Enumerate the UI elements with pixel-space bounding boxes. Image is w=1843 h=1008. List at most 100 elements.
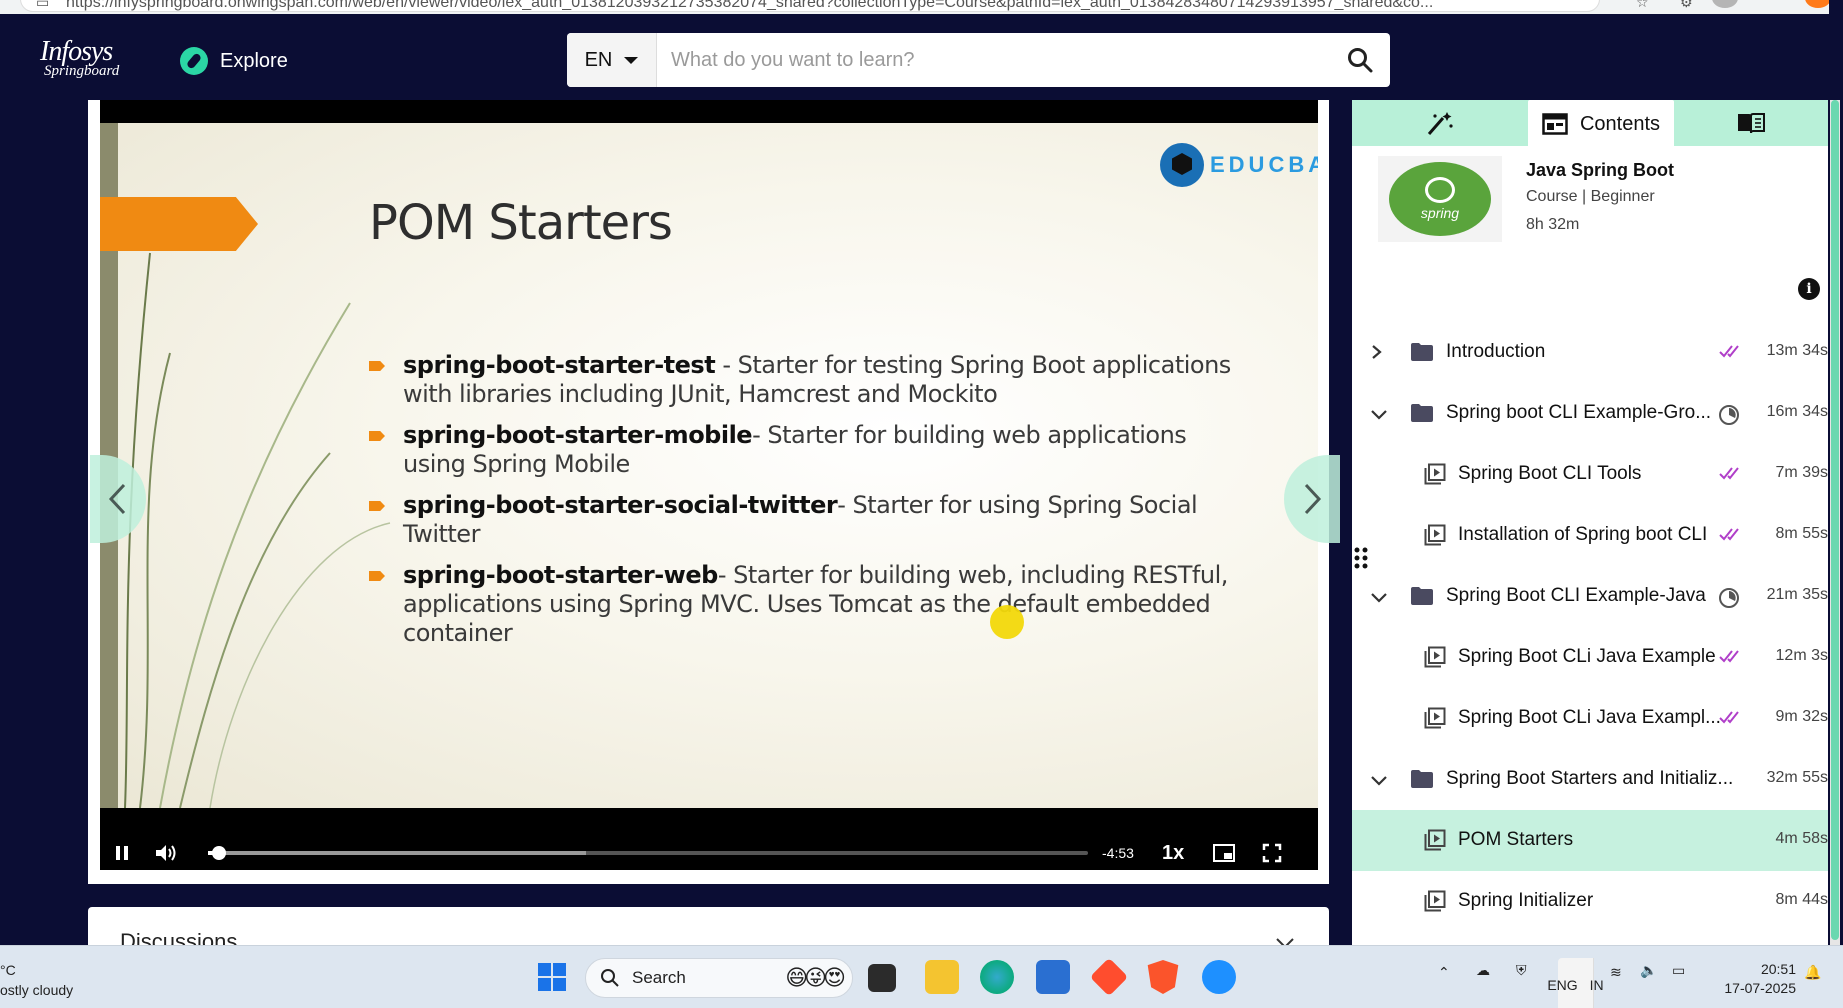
tab-contents[interactable]: Contents — [1528, 100, 1674, 148]
file-explorer-icon[interactable] — [925, 960, 959, 994]
toc-duration: 21m 35s — [1766, 586, 1828, 603]
caret-down-icon — [624, 56, 639, 64]
course-title: Java Spring Boot — [1526, 160, 1675, 180]
player-controls: -4:53 1x — [100, 828, 1318, 878]
completed-check-icon — [1718, 526, 1746, 546]
infosys-springboard-logo[interactable]: Infosys Springboard — [40, 38, 119, 79]
battery-icon[interactable]: ▭ — [1672, 962, 1685, 979]
windows-start-icon — [538, 963, 566, 991]
browser-extension-icon[interactable] — [1805, 0, 1831, 8]
language-select[interactable]: EN — [567, 33, 657, 87]
system-clock[interactable]: 20:51 17-07-2025 — [1710, 960, 1796, 998]
drag-handle-icon[interactable] — [1354, 546, 1368, 570]
toc-section[interactable]: Spring Boot CLI Example-Java 21m 35s — [1352, 566, 1828, 627]
top-navbar: Infosys Springboard Explore EN — [0, 14, 1843, 100]
seek-thumb[interactable] — [212, 846, 227, 860]
toc-item[interactable]: Spring Initializer 8m 44s — [1352, 871, 1828, 932]
chevron-up-icon[interactable]: ⌃ — [1438, 964, 1450, 981]
input-language[interactable]: ENG IN — [1547, 958, 1604, 1008]
toc-label: Spring Boot CLi Java Exampl... — [1458, 707, 1721, 728]
folder-icon — [1410, 403, 1434, 423]
video-item-icon — [1424, 646, 1446, 668]
site-info-icon[interactable]: ▭ — [36, 0, 54, 10]
profile-avatar[interactable] — [1712, 0, 1738, 8]
weather-widget[interactable]: °C ostly cloudy — [0, 960, 73, 1000]
sidebar-tabs: Contents — [1352, 100, 1828, 148]
video-item-icon — [1424, 463, 1446, 485]
course-duration: 8h 32m — [1526, 216, 1580, 233]
course-meta: Course | Beginner — [1526, 188, 1655, 205]
help-icon[interactable] — [1202, 960, 1236, 994]
toc-duration: 8m 55s — [1775, 525, 1828, 542]
toc-duration: 13m 34s — [1766, 342, 1828, 359]
toc-item[interactable]: Spring Boot CLI Tools 7m 39s — [1352, 444, 1828, 505]
pause-button[interactable] — [100, 831, 144, 875]
chevron-right-icon — [1304, 483, 1322, 515]
notification-bell-icon[interactable]: 🔔 — [1804, 964, 1821, 981]
explore-link[interactable]: Explore — [180, 47, 288, 75]
url-text[interactable]: https://infyspringboard.onwingspan.com/w… — [66, 0, 1546, 12]
picture-in-picture-button[interactable] — [1202, 831, 1246, 875]
toc-item[interactable]: Spring Boot CLi Java Example 12m 3s — [1352, 627, 1828, 688]
playback-speed-button[interactable]: 1x — [1162, 842, 1184, 865]
wifi-icon[interactable]: ≋ — [1610, 964, 1622, 981]
folder-icon — [1410, 342, 1434, 362]
toc-duration: 7m 39s — [1775, 464, 1828, 481]
chevron-down-icon[interactable] — [1370, 771, 1388, 793]
video-slide[interactable]: POM Starters spring-boot-starter-test - … — [100, 123, 1318, 808]
video-item-icon — [1424, 707, 1446, 729]
vpn-icon[interactable]: ⛨ — [1516, 962, 1527, 979]
anydesk-icon[interactable] — [1089, 957, 1129, 997]
speaker-icon[interactable]: 🔈 — [1640, 962, 1657, 979]
start-button[interactable] — [535, 960, 569, 994]
brave-browser-icon[interactable] — [1147, 960, 1179, 994]
bookmark-star-icon[interactable]: ☆ — [1636, 0, 1654, 10]
spring-logo: spring — [1389, 162, 1491, 236]
slide-orange-banner — [100, 197, 258, 251]
toc-item[interactable]: Spring Boot CLi Java Exampl... 9m 32s — [1352, 688, 1828, 749]
windows-taskbar: °C ostly cloudy Search 😄😜😍 ⌃ ☁ ⛨ ENG IN … — [0, 945, 1843, 1008]
toc-duration: 12m 3s — [1775, 647, 1828, 664]
extensions-icon[interactable]: ⚙ — [1680, 0, 1698, 10]
toc-duration: 32m 55s — [1766, 769, 1828, 786]
search-button[interactable] — [1330, 33, 1390, 87]
onedrive-icon[interactable]: ☁ — [1476, 962, 1490, 979]
chevron-down-icon[interactable] — [1370, 405, 1388, 427]
info-icon[interactable]: i — [1798, 278, 1820, 300]
volume-button[interactable] — [144, 831, 188, 875]
fullscreen-button[interactable] — [1250, 831, 1294, 875]
slide-bullet: spring-boot-starter-web- Starter for bui… — [369, 561, 1249, 648]
book-icon — [1738, 113, 1765, 134]
toc-duration: 4m 58s — [1775, 830, 1828, 847]
toc-section[interactable]: Introduction 13m 34s — [1352, 322, 1828, 383]
chevron-right-icon[interactable] — [1370, 344, 1384, 366]
slide-bullet: spring-boot-starter-test - Starter for t… — [369, 351, 1249, 409]
edge-browser-icon[interactable] — [980, 960, 1014, 994]
slide-title: POM Starters — [369, 195, 673, 251]
task-view-icon[interactable] — [868, 964, 896, 992]
in-progress-icon — [1718, 404, 1746, 425]
toc-label: POM Starters — [1458, 829, 1574, 850]
toc-item[interactable]: Installation of Spring boot CLI 8m 55s — [1352, 505, 1828, 566]
course-sidebar: Contents spring Java Spring Boot Course … — [1352, 100, 1828, 945]
sidebar-scrollbar[interactable] — [1830, 100, 1840, 945]
search-input[interactable] — [657, 33, 1330, 87]
completed-check-icon — [1718, 709, 1746, 729]
scrollbar-thumb[interactable] — [1831, 100, 1839, 940]
educba-badge-icon — [1160, 143, 1204, 187]
taskbar-search[interactable]: Search 😄😜😍 — [585, 958, 853, 998]
time-remaining: -4:53 — [1102, 845, 1134, 861]
toc-section[interactable]: Spring boot CLI Example-Gro... 16m 34s — [1352, 383, 1828, 444]
slide-bullet: spring-boot-starter-mobile- Starter for … — [369, 421, 1249, 479]
microsoft-store-icon[interactable] — [1036, 960, 1070, 994]
seek-bar[interactable] — [208, 846, 1088, 860]
browser-address-bar: ▭ https://infyspringboard.onwingspan.com… — [0, 0, 1843, 14]
tab-ai-summary[interactable] — [1352, 100, 1528, 146]
chevron-down-icon[interactable] — [1370, 588, 1388, 610]
video-item-icon — [1424, 829, 1446, 851]
tab-notes[interactable] — [1674, 100, 1828, 146]
toc-section[interactable]: Spring Boot Starters and Initializ... 32m… — [1352, 749, 1828, 810]
search-icon — [601, 969, 619, 987]
toc-label: Installation of Spring boot CLI — [1458, 524, 1708, 545]
toc-item[interactable]: POM Starters 4m 58s — [1352, 810, 1828, 871]
